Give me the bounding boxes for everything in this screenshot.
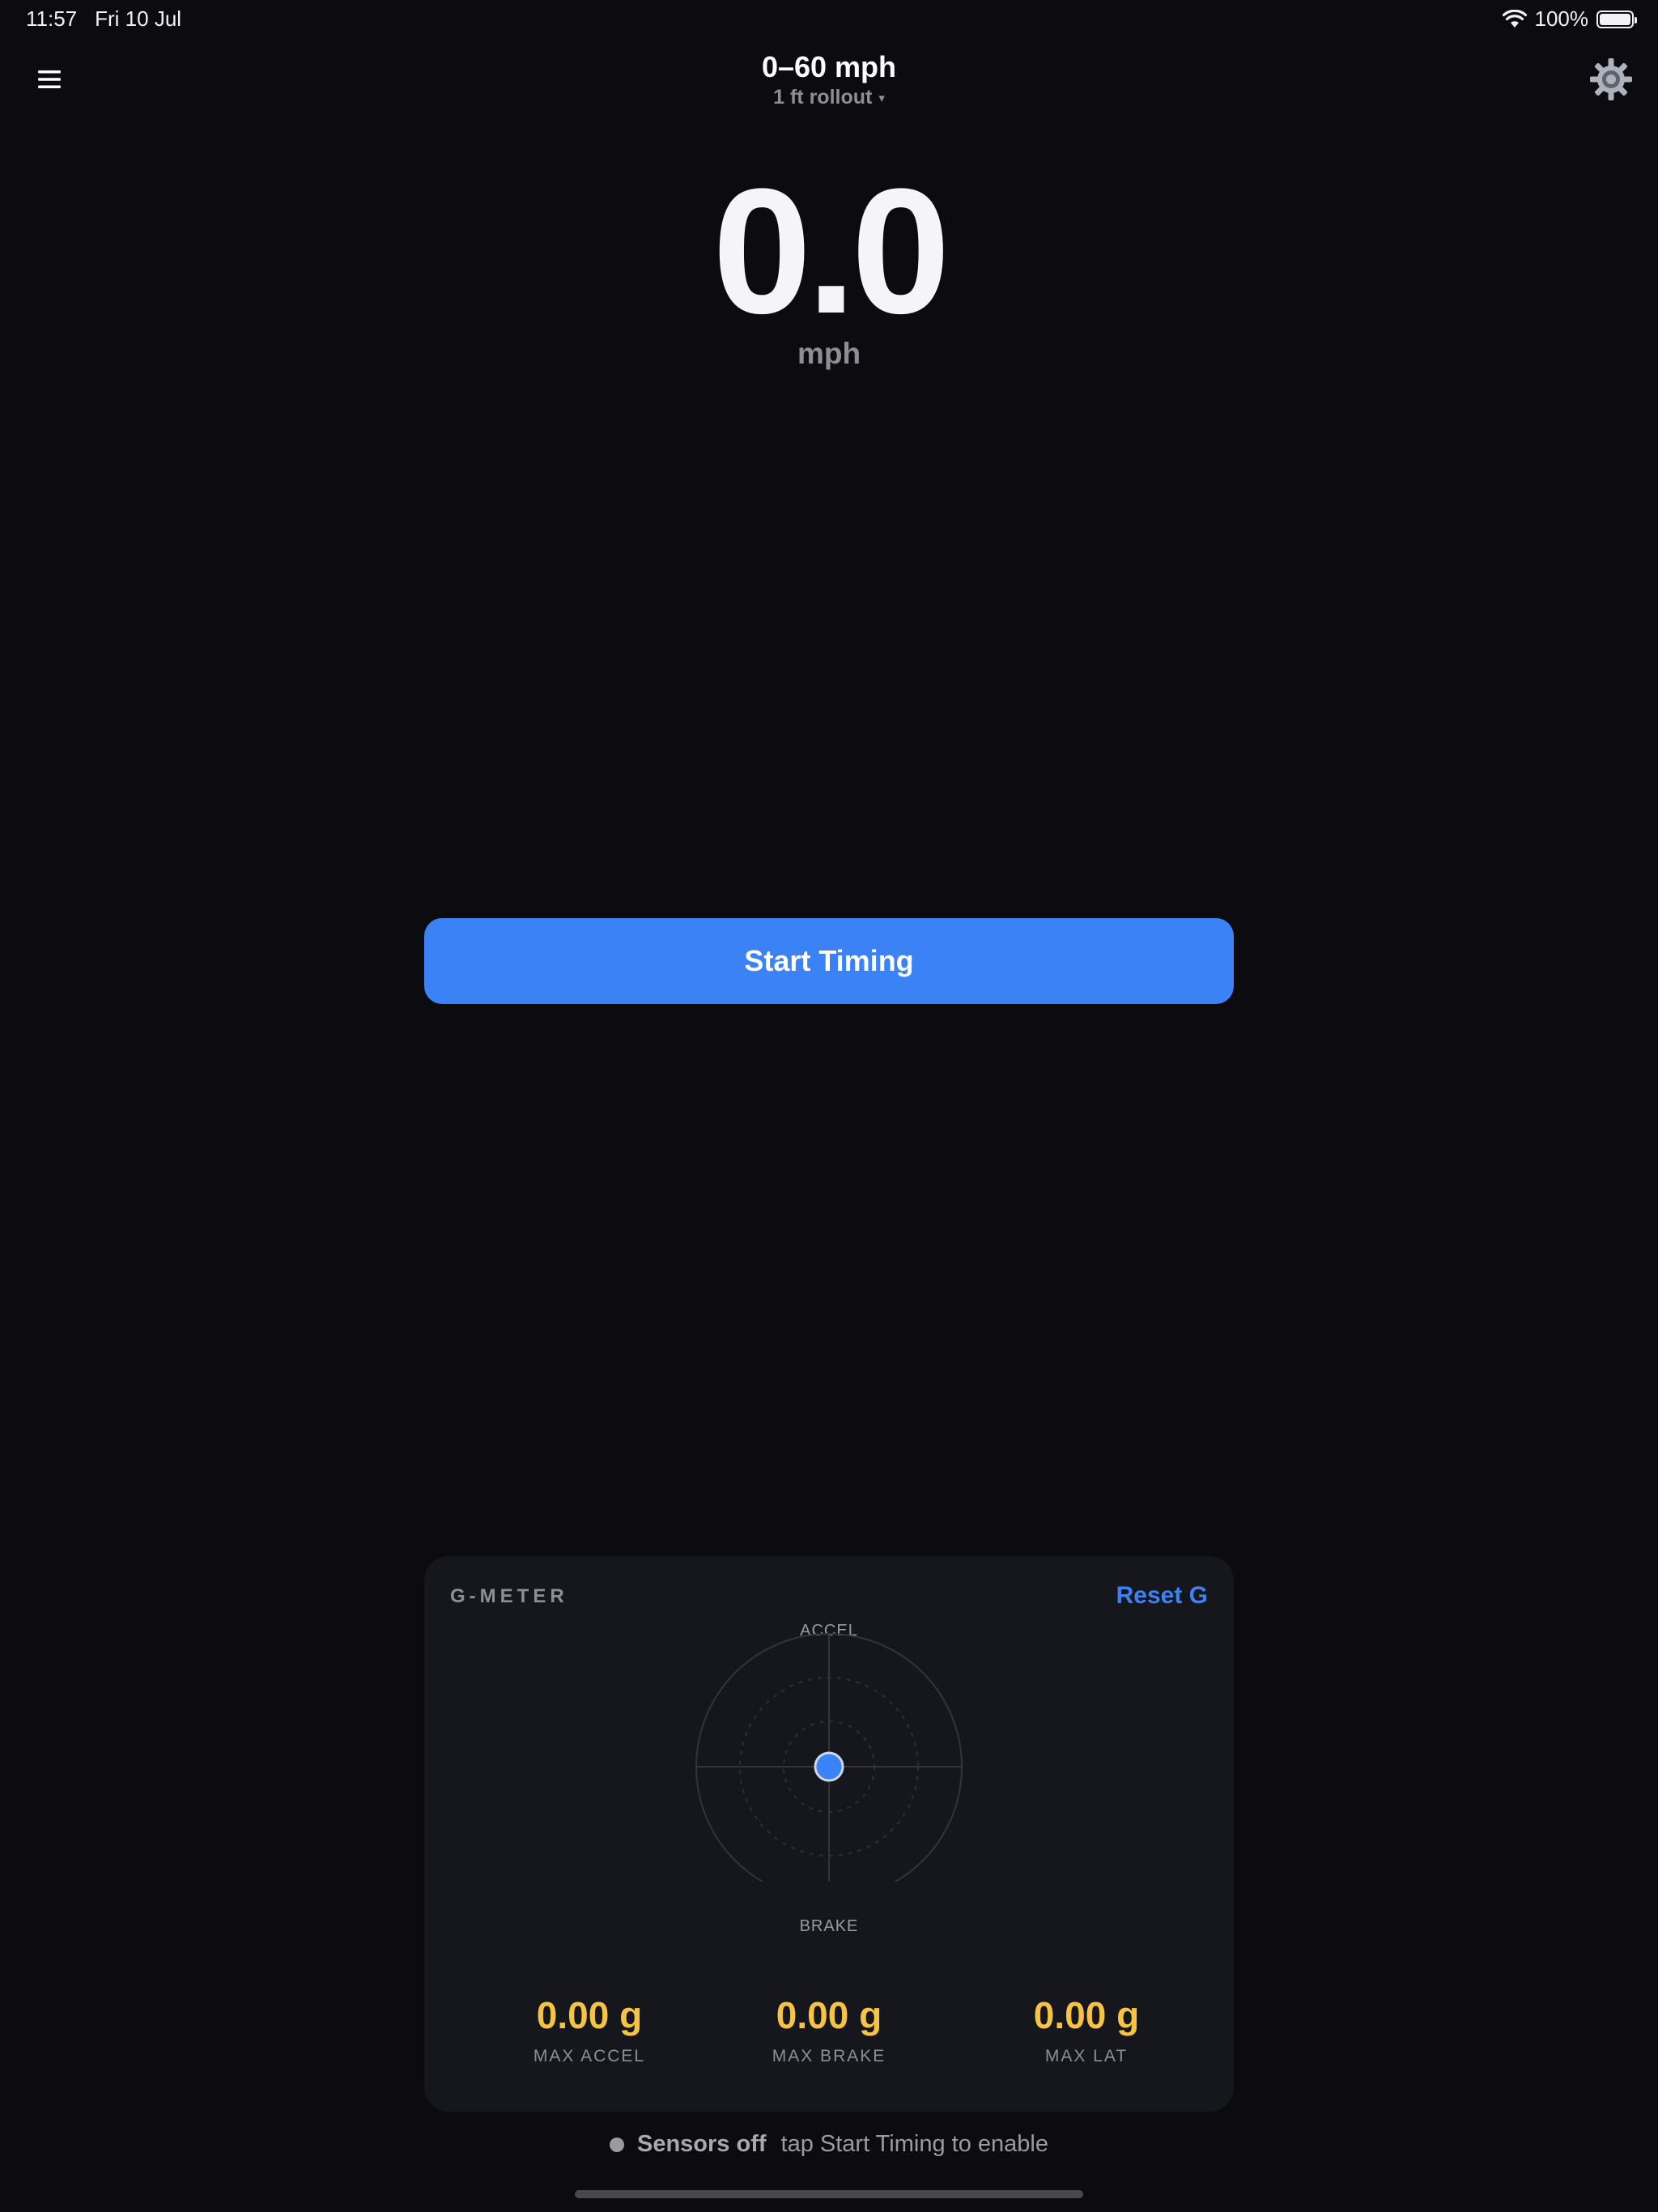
sensors-hint: tap Start Timing to enable	[780, 2131, 1048, 2157]
caret-down-icon: ▾	[878, 91, 885, 106]
wifi-icon	[1502, 9, 1527, 28]
speed-value: 0.0	[712, 151, 950, 351]
brake-label: BRAKE	[799, 1917, 859, 1935]
max-lat-value: 0.00 g	[1033, 1994, 1140, 2036]
max-accel-stat: 0.00 g MAX ACCEL	[508, 1993, 670, 2066]
speed-unit: mph	[797, 337, 861, 370]
max-accel-value: 0.00 g	[536, 1994, 643, 2036]
gear-icon	[1590, 58, 1632, 100]
sensor-status-dot	[609, 2137, 624, 2152]
status-bar-right: 100%	[1502, 6, 1637, 32]
settings-button[interactable]	[1587, 55, 1635, 104]
status-date: Fri 10 Jul	[95, 6, 182, 31]
rollout-selector[interactable]: 1 ft rollout ▾	[0, 86, 1658, 109]
g-meter-gauge: ACCEL	[695, 1623, 963, 1882]
battery-percent: 100%	[1534, 6, 1589, 31]
max-lat-stat: 0.00 g MAX LAT	[1005, 1993, 1167, 2066]
g-dot	[814, 1751, 844, 1782]
battery-icon	[1596, 10, 1637, 28]
max-brake-value: 0.00 g	[776, 1994, 882, 2036]
status-bar-left: 11:57 Fri 10 Jul	[26, 6, 181, 32]
max-brake-stat: 0.00 g MAX BRAKE	[748, 1993, 910, 2066]
home-indicator[interactable]	[575, 2190, 1083, 2198]
status-time: 11:57	[26, 6, 78, 31]
sensors-status: Sensors off tap Start Timing to enable	[0, 2131, 1658, 2158]
start-timing-button[interactable]: Start Timing	[424, 918, 1234, 1004]
g-meter-title: G-METER	[450, 1585, 568, 1607]
g-meter-card: G-METER Reset G ACCEL BRAKE 0.00 g MAX A…	[424, 1556, 1234, 2112]
sensors-state: Sensors off	[636, 2131, 767, 2157]
max-brake-label: MAX BRAKE	[772, 2047, 886, 2065]
page-title: 0–60 mph	[761, 50, 897, 83]
max-lat-label: MAX LAT	[1044, 2047, 1129, 2065]
rollout-label: 1 ft rollout	[773, 86, 873, 108]
max-accel-label: MAX ACCEL	[533, 2047, 646, 2065]
reset-g-button[interactable]: Reset G	[1116, 1582, 1208, 1610]
